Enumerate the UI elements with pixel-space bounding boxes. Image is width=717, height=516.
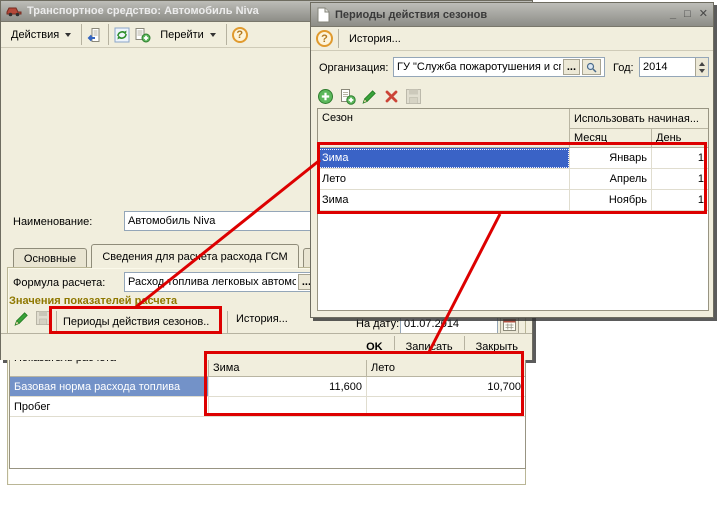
toolbar-separator: [226, 24, 227, 45]
tab-main[interactable]: Основные: [13, 248, 87, 268]
name-label: Наименование:: [13, 216, 92, 228]
help-button[interactable]: ?: [232, 27, 248, 43]
help-button[interactable]: ?: [316, 30, 333, 47]
close-window-button[interactable]: ✕: [699, 9, 708, 20]
toolbar-separator: [338, 29, 339, 48]
organization-label: Организация:: [319, 62, 388, 74]
window-title: Транспортное средство: Автомобиль Niva: [27, 5, 259, 17]
toolbar-separator: [108, 24, 109, 45]
season-periods-titlebar[interactable]: Периоды действия сезонов _ □ ✕: [311, 3, 713, 27]
toolbar-separator: [81, 24, 82, 45]
history-button-fg[interactable]: История...: [344, 31, 406, 47]
year-spinner[interactable]: [695, 58, 708, 76]
spin-down-icon[interactable]: [699, 69, 705, 73]
footer-separator: [394, 336, 395, 350]
refresh-icon[interactable]: [114, 27, 130, 43]
footer-separator: [464, 336, 465, 350]
dropdown-arrow-icon: [65, 33, 71, 37]
add-row-icon[interactable]: [317, 88, 334, 105]
window-title: Периоды действия сезонов: [335, 9, 487, 21]
calendar-icon: [503, 318, 516, 331]
organization-ellipsis-button[interactable]: ...: [563, 59, 580, 75]
copy-add-icon[interactable]: [134, 27, 151, 43]
annotation-rect-season-rows: [317, 142, 707, 214]
year-label: Год:: [613, 62, 634, 74]
tab-fuel-info[interactable]: Сведения для расчета расхода ГСМ: [91, 244, 299, 268]
on-date-label: На дату:: [356, 318, 399, 330]
formula-label: Формула расчета:: [13, 277, 105, 289]
history-button-bg[interactable]: История...: [231, 311, 293, 327]
desktop: Транспортное средство: Автомобиль Niva Д…: [0, 0, 717, 516]
delete-row-icon[interactable]: [383, 88, 400, 105]
annotation-rect-seasonal-values: [204, 351, 524, 416]
annotation-rect-periods-button: [49, 306, 222, 334]
minimize-button[interactable]: _: [670, 9, 676, 20]
spin-up-icon[interactable]: [699, 62, 705, 66]
table-cell-indicator[interactable]: Базовая норма расхода топлива: [10, 377, 209, 397]
document-icon: [316, 7, 330, 23]
toolbar-separator: [227, 311, 228, 333]
year-field[interactable]: 2014: [639, 57, 709, 77]
formula-field[interactable]: Расход топлива легковых автомс ...: [124, 272, 319, 292]
actions-menu-button[interactable]: Действия: [6, 27, 76, 43]
dropdown-arrow-icon: [210, 33, 216, 37]
table-cell-indicator[interactable]: Пробег: [10, 397, 209, 417]
edit-pencil-icon[interactable]: [361, 88, 378, 105]
organization-field[interactable]: ГУ "Служба пожаротушения и сп ...: [393, 57, 605, 77]
save-table-icon-disabled: [405, 88, 422, 105]
organization-lookup-button[interactable]: [582, 59, 601, 75]
vehicle-icon: [6, 5, 22, 17]
go-to-menu-button[interactable]: Перейти: [155, 27, 221, 43]
copy-row-icon[interactable]: [339, 88, 356, 105]
magnifier-icon: [586, 62, 597, 73]
edit-pencil-icon[interactable]: [13, 310, 30, 327]
window-controls: _ □ ✕: [670, 9, 708, 20]
write-close-icon[interactable]: [87, 27, 103, 43]
column-header-use-starting[interactable]: Использовать начиная...: [570, 109, 708, 129]
maximize-button[interactable]: □: [684, 9, 691, 20]
season-periods-toolbar: ? История...: [311, 27, 713, 51]
